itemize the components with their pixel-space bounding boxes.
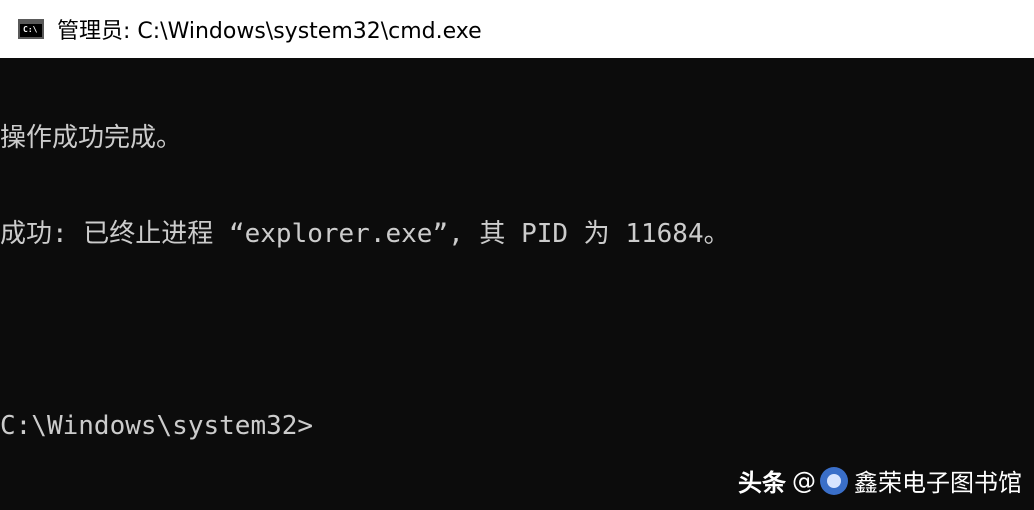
title-bar[interactable]: C:\ 管理员: C:\Windows\system32\cmd.exe (0, 0, 1034, 58)
console-line-terminated-process: 成功: 已终止进程 “explorer.exe”, 其 PID 为 11684。 (0, 219, 730, 249)
watermark: 头条 @ 鑫荣电子图书馆 (738, 463, 1022, 498)
watermark-name: 鑫荣电子图书馆 (854, 469, 1022, 497)
watermark-at-symbol: @ (792, 466, 816, 495)
watermark-brand: 头条 (738, 469, 786, 497)
cmd-icon-glyph: C:\ (23, 25, 38, 34)
avatar-icon (820, 466, 848, 495)
cmd-window: C:\ 管理员: C:\Windows\system32\cmd.exe 操作成… (0, 0, 1034, 510)
console-line-operation-success: 操作成功完成。 (0, 123, 183, 153)
console-output-area[interactable]: 操作成功完成。 成功: 已终止进程 “explorer.exe”, 其 PID … (0, 58, 1034, 510)
window-title: 管理员: C:\Windows\system32\cmd.exe (57, 19, 482, 44)
command-prompt[interactable]: C:\Windows\system32> (0, 410, 1034, 442)
cmd-icon: C:\ (18, 19, 44, 39)
